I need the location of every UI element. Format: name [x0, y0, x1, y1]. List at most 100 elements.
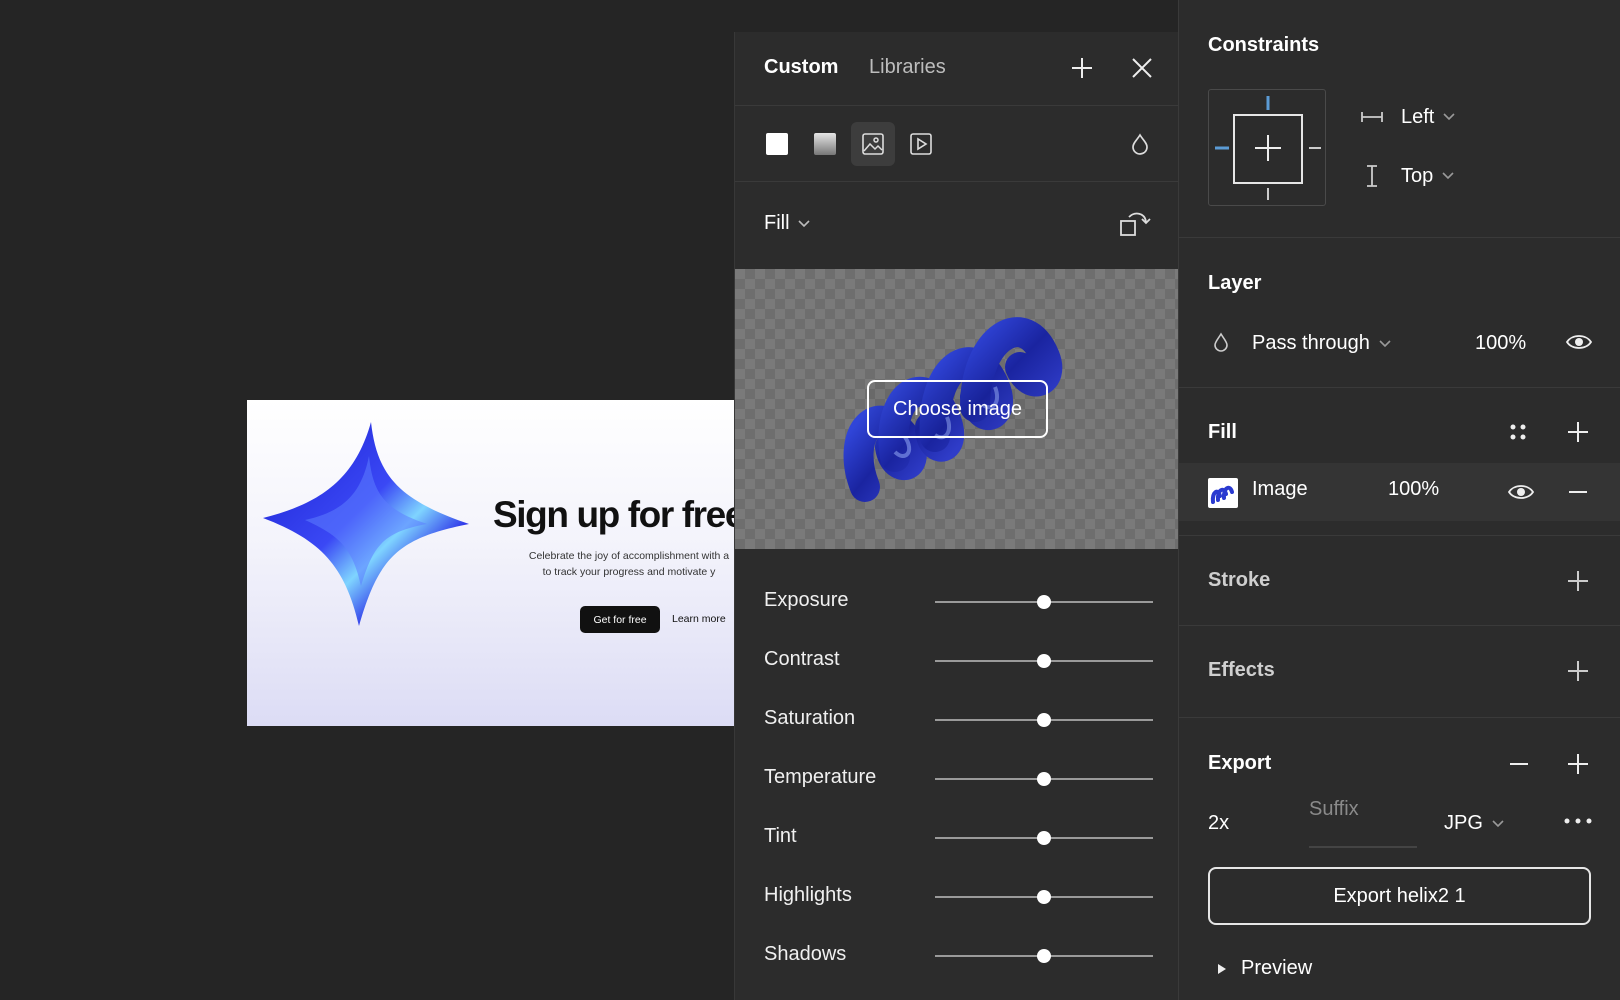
- constraints-section: Constraints Left Top: [1179, 0, 1620, 238]
- add-stroke-icon[interactable]: [1566, 569, 1590, 593]
- image-adjustments: Exposure Contrast Saturation Temperature…: [735, 572, 1179, 985]
- blend-drop-icon[interactable]: [1129, 132, 1151, 156]
- eye-icon[interactable]: [1507, 480, 1535, 504]
- image-scale-mode-row: Fill: [735, 182, 1178, 266]
- export-button[interactable]: Export helix2 1: [1208, 867, 1591, 925]
- learn-more-link[interactable]: Learn more: [672, 613, 726, 625]
- stroke-title: Stroke: [1208, 569, 1271, 591]
- close-icon[interactable]: [1129, 55, 1155, 81]
- helix-thumbnail-icon: [1210, 485, 1234, 504]
- slider-knob[interactable]: [1037, 713, 1051, 727]
- export-scale-input[interactable]: 2x: [1208, 812, 1229, 835]
- eye-icon[interactable]: [1565, 330, 1593, 354]
- styles-grid-icon[interactable]: [1507, 421, 1529, 443]
- adjustment-label: Contrast: [764, 648, 840, 670]
- gradient-swatch-icon: [814, 133, 836, 155]
- choose-image-button[interactable]: Choose image: [867, 380, 1048, 438]
- add-export-icon[interactable]: [1566, 752, 1590, 776]
- video-icon: [910, 133, 932, 155]
- paint-type-row: [735, 106, 1178, 182]
- slider-knob[interactable]: [1037, 949, 1051, 963]
- blend-mode-dropdown[interactable]: Pass through: [1252, 332, 1392, 355]
- export-title: Export: [1208, 752, 1272, 774]
- tab-custom[interactable]: Custom: [764, 56, 838, 79]
- slider-knob[interactable]: [1037, 654, 1051, 668]
- slider-knob[interactable]: [1037, 831, 1051, 845]
- horizontal-constraint-dropdown[interactable]: Left: [1359, 104, 1456, 130]
- solid-swatch-icon: [766, 133, 788, 155]
- chevron-down-icon: [1492, 819, 1504, 827]
- adjustment-row-tint: Tint: [735, 808, 1179, 867]
- rotate-image-icon[interactable]: [1119, 209, 1151, 239]
- scale-mode-dropdown[interactable]: Fill: [764, 212, 810, 235]
- chevron-down-icon: [797, 219, 810, 227]
- scale-mode-label: Fill: [764, 212, 790, 234]
- constraint-widget[interactable]: [1208, 89, 1326, 206]
- slider-knob[interactable]: [1037, 890, 1051, 904]
- adjustment-row-shadows: Shadows: [735, 926, 1179, 985]
- export-suffix-input[interactable]: Suffix: [1309, 798, 1359, 821]
- subtext-line-2: to track your progress and motivate y: [542, 566, 716, 578]
- add-effect-icon[interactable]: [1566, 659, 1590, 683]
- fill-picker-popover: Custom Libraries Fill Choose image Expos…: [734, 32, 1179, 1000]
- solid-fill-button[interactable]: [755, 122, 799, 166]
- video-fill-button[interactable]: [899, 122, 943, 166]
- subtext-line-1: Celebrate the joy of accomplishment with…: [528, 550, 730, 562]
- adjustment-row-exposure: Exposure: [735, 572, 1179, 631]
- blend-mode-icon: [1214, 332, 1228, 352]
- export-format-dropdown[interactable]: JPG: [1444, 812, 1505, 835]
- constraints-title: Constraints: [1208, 34, 1320, 56]
- vertical-constraint-dropdown[interactable]: Top: [1359, 163, 1455, 189]
- add-style-icon[interactable]: [1069, 55, 1095, 81]
- adjustment-label: Temperature: [764, 766, 877, 788]
- constraint-frame: [1233, 114, 1303, 184]
- blend-mode-value: Pass through: [1252, 332, 1370, 354]
- fill-opacity-input[interactable]: 100%: [1388, 478, 1439, 501]
- layer-opacity-input[interactable]: 100%: [1475, 332, 1526, 355]
- adjustment-row-highlights: Highlights: [735, 867, 1179, 926]
- export-format-value: JPG: [1444, 812, 1483, 834]
- canvas-frame[interactable]: Sign up for free Celebrate the joy of ac…: [247, 400, 734, 726]
- get-for-free-button[interactable]: Get for free: [580, 606, 660, 633]
- chevron-down-icon: [1379, 339, 1391, 347]
- effects-title: Effects: [1208, 659, 1275, 681]
- image-preview[interactable]: Choose image: [735, 269, 1179, 549]
- slider-knob[interactable]: [1037, 772, 1051, 786]
- caret-right-icon: [1218, 963, 1226, 974]
- vertical-constraint-icon: [1367, 165, 1377, 187]
- fill-type-label[interactable]: Image: [1252, 478, 1308, 501]
- fill-item-image[interactable]: Image 100%: [1179, 463, 1620, 521]
- remove-export-icon[interactable]: [1507, 752, 1531, 776]
- properties-panel: Constraints Left Top Layer Pass through …: [1178, 0, 1620, 1000]
- star-graphic: [263, 422, 469, 626]
- adjustment-row-saturation: Saturation: [735, 690, 1179, 749]
- adjustment-label: Shadows: [764, 943, 847, 965]
- adjustment-label: Saturation: [764, 707, 856, 729]
- more-options-icon[interactable]: [1563, 815, 1593, 827]
- horizontal-constraint-value: Left: [1401, 105, 1435, 128]
- chevron-down-icon: [1443, 113, 1455, 121]
- adjustment-label: Highlights: [764, 884, 852, 906]
- slider-knob[interactable]: [1037, 595, 1051, 609]
- horizontal-constraint-icon: [1361, 112, 1383, 122]
- layer-title: Layer: [1208, 272, 1262, 294]
- adjustment-label: Tint: [764, 825, 797, 847]
- effects-section: Effects: [1179, 626, 1620, 718]
- tab-libraries[interactable]: Libraries: [869, 56, 946, 79]
- image-icon: [862, 133, 884, 155]
- image-thumbnail[interactable]: [1208, 478, 1238, 508]
- image-fill-button[interactable]: [851, 122, 895, 166]
- add-fill-icon[interactable]: [1566, 420, 1590, 444]
- signup-subtext: Celebrate the joy of accomplishment with…: [499, 548, 734, 580]
- fill-title: Fill: [1208, 421, 1237, 443]
- suffix-underline: [1309, 846, 1417, 848]
- adjustment-row-temperature: Temperature: [735, 749, 1179, 808]
- remove-fill-icon[interactable]: [1566, 480, 1590, 504]
- chevron-down-icon: [1442, 172, 1454, 180]
- adjustment-label: Exposure: [764, 589, 849, 611]
- signup-headline: Sign up for free: [493, 494, 734, 535]
- export-preview-toggle[interactable]: Preview: [1217, 957, 1312, 980]
- popover-header: Custom Libraries: [735, 32, 1178, 106]
- stroke-section: Stroke: [1179, 536, 1620, 626]
- gradient-fill-button[interactable]: [803, 122, 847, 166]
